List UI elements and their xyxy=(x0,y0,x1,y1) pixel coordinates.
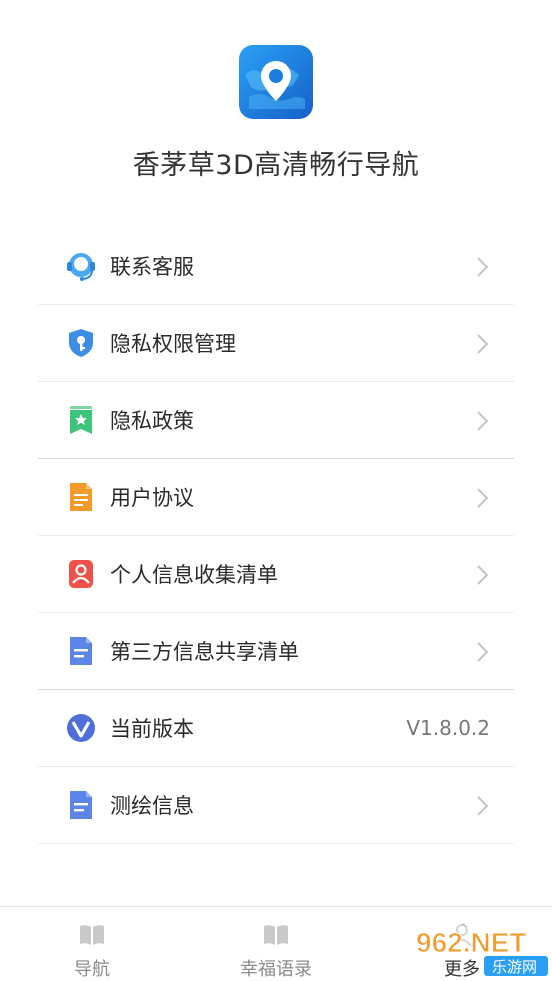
chevron-right-icon xyxy=(476,641,490,663)
tab-label: 导航 xyxy=(74,959,110,980)
menu-item-user-agreement[interactable]: 用户协议 xyxy=(38,459,514,536)
tab-navigation[interactable]: 导航 xyxy=(22,907,162,981)
customer-service-icon xyxy=(65,250,97,282)
version-value: V1.8.0.2 xyxy=(406,716,490,740)
chevron-right-icon xyxy=(476,487,490,509)
settings-menu: 联系客服 隐私权限管理 隐私政策 用户协议 个人信息收集清单 第三方信息共享清单… xyxy=(38,228,514,844)
menu-item-current-version[interactable]: 当前版本 V1.8.0.2 xyxy=(38,690,514,767)
tab-happy-quotes[interactable]: 幸福语录 xyxy=(206,907,346,981)
menu-item-label: 当前版本 xyxy=(110,717,194,741)
chevron-right-icon xyxy=(476,333,490,355)
bookmark-star-icon xyxy=(65,404,97,436)
shield-key-icon xyxy=(65,327,97,359)
book-icon xyxy=(78,923,106,947)
menu-item-label: 测绘信息 xyxy=(110,794,194,818)
user-card-icon xyxy=(65,558,97,590)
version-v-icon xyxy=(65,712,97,744)
watermark-brand: 962.NET xyxy=(416,927,527,958)
menu-item-personal-info-list[interactable]: 个人信息收集清单 xyxy=(38,536,514,613)
menu-item-privacy-permissions[interactable]: 隐私权限管理 xyxy=(38,305,514,382)
chevron-right-icon xyxy=(476,795,490,817)
document-orange-icon xyxy=(65,481,97,513)
menu-item-third-party-sharing[interactable]: 第三方信息共享清单 xyxy=(38,613,514,690)
menu-item-label: 第三方信息共享清单 xyxy=(110,640,299,664)
site-watermark: 962.NET 乐游网 xyxy=(412,918,552,978)
chevron-right-icon xyxy=(476,564,490,586)
document-blue-icon xyxy=(65,789,97,821)
app-logo-icon xyxy=(239,45,313,119)
menu-item-privacy-policy[interactable]: 隐私政策 xyxy=(38,382,514,459)
book-icon xyxy=(262,923,290,947)
menu-item-label: 用户协议 xyxy=(110,486,194,510)
menu-item-label: 隐私权限管理 xyxy=(110,332,236,356)
menu-item-label: 联系客服 xyxy=(110,255,194,279)
tab-label: 幸福语录 xyxy=(240,959,312,980)
menu-item-customer-service[interactable]: 联系客服 xyxy=(38,228,514,305)
document-blue-icon xyxy=(65,635,97,667)
chevron-right-icon xyxy=(476,410,490,432)
menu-item-surveying-info[interactable]: 测绘信息 xyxy=(38,767,514,844)
app-header: 香茅草3D高清畅行导航 xyxy=(0,0,552,230)
chevron-right-icon xyxy=(476,256,490,278)
menu-item-label: 隐私政策 xyxy=(110,409,194,433)
watermark-sub: 乐游网 xyxy=(492,958,537,976)
menu-item-label: 个人信息收集清单 xyxy=(110,563,278,587)
app-title: 香茅草3D高清畅行导航 xyxy=(132,150,420,181)
